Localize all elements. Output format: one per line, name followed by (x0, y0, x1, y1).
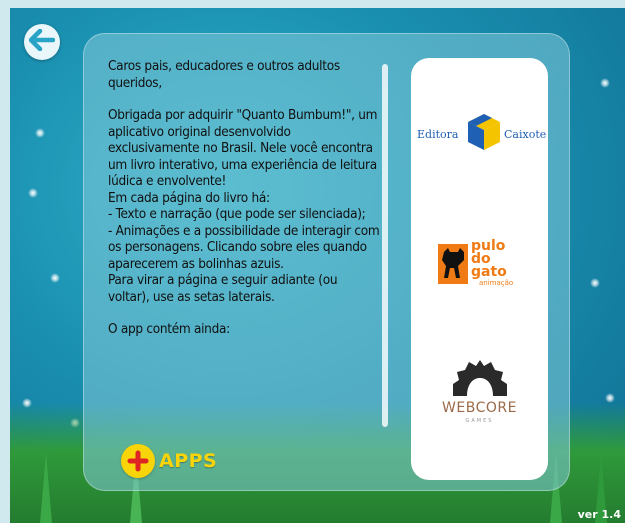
version-label: ver 1.4 (577, 508, 621, 521)
cat-icon (438, 244, 468, 284)
greeting-text: Caros pais, educadores e outros adultos … (108, 58, 340, 91)
sparkle-decoration (28, 188, 38, 198)
navigation-text: Para virar a página e seguir adiante (ou… (108, 272, 338, 305)
sparkle-decoration (605, 393, 615, 403)
sparkle-decoration (35, 128, 45, 138)
back-button[interactable] (24, 24, 60, 60)
contains-text: O app contém ainda: (108, 321, 230, 337)
logo-text: GAMES (465, 418, 494, 424)
editora-caixote-logo[interactable]: Editora Caixote (411, 106, 548, 166)
features-intro: Em cada página do livro há: (108, 189, 270, 206)
webcore-games-logo[interactable]: WEBCORE GAMES (411, 358, 548, 448)
logo-text: WEBCORE (442, 400, 517, 416)
scrollbar[interactable] (382, 64, 388, 427)
sparkle-decoration (600, 78, 610, 88)
sparkle-decoration (590, 278, 600, 288)
partner-logos: Editora Caixote pulo do gato animação WE… (411, 58, 548, 480)
more-apps-button[interactable]: APPS (121, 444, 217, 478)
arrow-left-icon (28, 28, 56, 55)
pulo-do-gato-logo[interactable]: pulo do gato animação (411, 236, 548, 306)
app-screen: Caros pais, educadores e outros adultos … (10, 8, 625, 523)
sparkle-decoration (50, 273, 60, 283)
intro-paragraph: Obrigada por adquirir "Quanto Bumbum!", … (108, 107, 378, 189)
logo-text-left: Editora (417, 128, 459, 141)
info-text[interactable]: Caros pais, educadores e outros adultos … (108, 58, 380, 338)
apps-label: APPS (159, 450, 218, 472)
logo-text-right: Caixote (504, 128, 547, 141)
gear-icon (453, 360, 507, 396)
feature-item: - Animações e a possibilidade de interag… (108, 222, 380, 272)
plus-icon (121, 444, 155, 478)
logo-text: animação (479, 279, 514, 287)
logo-text: gato (471, 264, 507, 280)
feature-item: - Texto e narração (que pode ser silenci… (108, 206, 366, 222)
info-panel: Caros pais, educadores e outros adultos … (83, 33, 570, 491)
box-icon (468, 114, 500, 150)
